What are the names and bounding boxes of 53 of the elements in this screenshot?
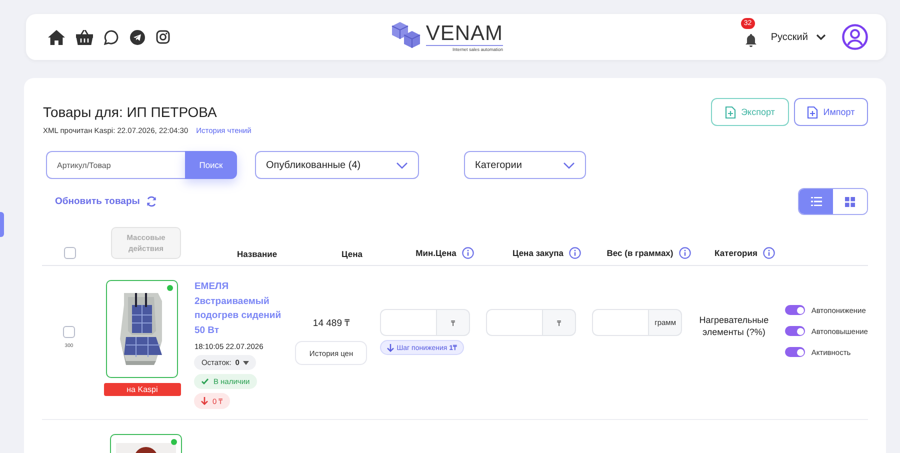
refresh-button[interactable]: Обновить товары <box>55 196 157 207</box>
grid-icon <box>845 196 855 206</box>
column-header: Категория <box>714 248 758 258</box>
caret-icon <box>243 360 250 364</box>
info-icon[interactable] <box>569 247 582 259</box>
row-checkbox[interactable] <box>62 326 75 338</box>
purchase-price-field[interactable] <box>486 309 542 336</box>
file-plus-icon <box>807 106 818 118</box>
info-icon[interactable] <box>763 247 776 259</box>
kaspi-label: на Kaspi <box>104 383 181 396</box>
search-field[interactable]: Артикул/Товар <box>46 151 185 179</box>
product-name-link[interactable]: ЕМЕЛЯ 2встраиваемый подогрев сидений 50 Вт <box>194 280 291 338</box>
arrow-down-icon <box>201 397 208 405</box>
chevron-down-icon <box>816 34 826 40</box>
category-text: Нагревательные элементы (?%) <box>698 314 770 338</box>
refresh-icon <box>146 196 157 207</box>
select-all-checkbox[interactable] <box>64 247 76 259</box>
column-header: Вес (в граммах) <box>606 248 674 258</box>
check-icon <box>201 378 210 385</box>
arrow-down-icon <box>386 344 394 352</box>
search-button[interactable]: Поиск <box>185 151 237 179</box>
info-icon[interactable] <box>462 247 474 259</box>
import-button[interactable]: Импорт <box>794 98 868 126</box>
column-header: Цена <box>342 249 362 259</box>
status-dropdown[interactable]: Опубликованные (4) <box>255 151 419 179</box>
chevron-down-icon <box>563 162 575 168</box>
toggle-switch[interactable] <box>785 326 806 336</box>
toggle-switch[interactable] <box>785 347 806 357</box>
side-tab[interactable] <box>0 212 4 237</box>
chat-icon[interactable] <box>104 30 119 44</box>
min-price-field[interactable] <box>380 309 436 336</box>
column-header: Цена закупа <box>512 248 564 258</box>
column-header: Название <box>236 249 278 259</box>
info-icon[interactable] <box>679 247 692 259</box>
list-view-button[interactable] <box>799 189 833 214</box>
list-icon <box>810 197 822 206</box>
camera-icon[interactable] <box>156 30 170 44</box>
home-icon[interactable] <box>48 30 65 44</box>
bell-icon[interactable] <box>744 34 757 46</box>
column-header: Мин.Цена <box>416 248 456 258</box>
send-icon[interactable] <box>130 30 145 44</box>
language-selector[interactable]: Русский <box>770 32 826 42</box>
weight-field[interactable] <box>592 309 648 336</box>
file-plus-icon <box>725 106 736 118</box>
category-dropdown[interactable]: Категории <box>464 151 586 179</box>
toggle-switch[interactable] <box>785 305 806 315</box>
logo-text: VENAM <box>426 22 504 46</box>
page-title: Товары для: ИП ПЕТРОВА <box>43 104 218 120</box>
export-button[interactable]: Экспорт <box>711 98 789 126</box>
basket-icon[interactable] <box>76 30 93 44</box>
user-avatar-icon[interactable] <box>842 24 868 50</box>
chevron-down-icon <box>396 162 408 168</box>
price: 14 489 ₸ <box>312 317 350 329</box>
